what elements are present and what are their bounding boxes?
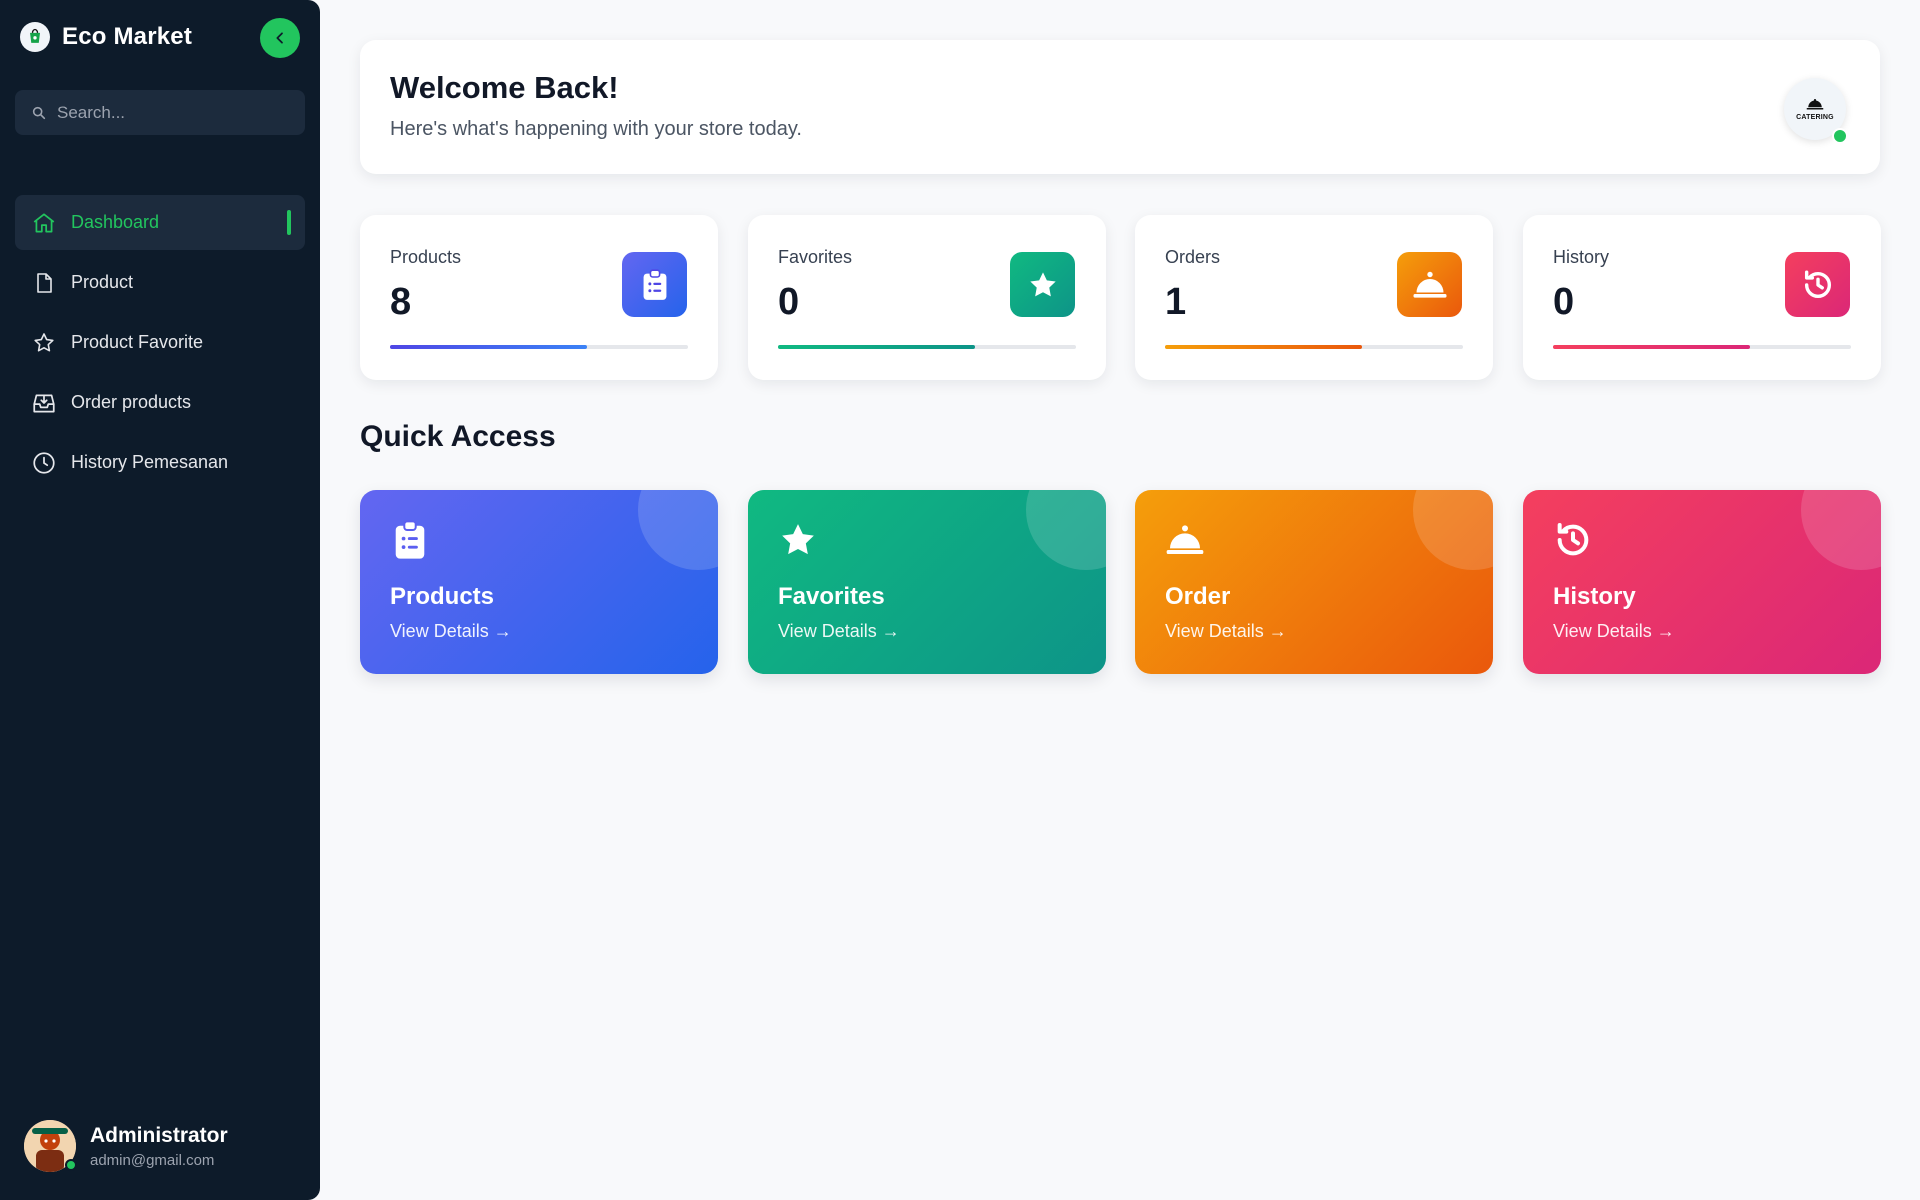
progress-track: [1165, 345, 1463, 349]
service-bell-icon: [1397, 252, 1462, 317]
stat-label: Orders: [1165, 247, 1221, 267]
sidebar-nav: Dashboard Product Product Favorite Order…: [15, 195, 305, 495]
welcome-card: Welcome Back! Here's what's happening wi…: [360, 40, 1880, 174]
quick-access-products[interactable]: Products View Details →: [360, 490, 718, 674]
star-outline-icon: [31, 330, 57, 356]
search-input[interactable]: [57, 102, 277, 123]
history-icon: [1785, 252, 1850, 317]
avatar: [24, 1120, 77, 1172]
search-box: [15, 90, 305, 135]
inbox-download-icon: [31, 390, 57, 416]
stat-value: 1: [1165, 281, 1187, 323]
online-status-dot: [1832, 128, 1848, 144]
star-icon: [1010, 252, 1075, 317]
online-status-dot: [65, 1159, 77, 1171]
profile-name: Administrator: [90, 1123, 228, 1147]
sidebar-item-label: Order products: [71, 392, 192, 412]
stat-value: 0: [1553, 281, 1575, 323]
welcome-title: Welcome Back!: [390, 70, 619, 105]
decorative-circle: [1026, 490, 1106, 570]
sidebar-item-product-favorite[interactable]: Product Favorite: [15, 315, 305, 370]
search-icon: [32, 106, 46, 119]
quick-access-favorites[interactable]: Favorites View Details →: [748, 490, 1106, 674]
sidebar-item-order-products[interactable]: Order products: [15, 375, 305, 430]
stat-value: 0: [778, 281, 800, 323]
stat-card-favorites: Favorites 0: [748, 215, 1106, 380]
store-logo[interactable]: CATERING: [1784, 78, 1848, 144]
sidebar-item-label: Dashboard: [71, 212, 160, 232]
decorative-circle: [1801, 490, 1881, 570]
stat-card-products: Products 8: [360, 215, 718, 380]
progress-fill: [778, 345, 975, 349]
store-logo-text: CATERING: [1796, 113, 1834, 121]
quick-access-order[interactable]: Order View Details →: [1135, 490, 1493, 674]
sidebar-item-label: History Pemesanan: [71, 452, 229, 472]
progress-fill: [1165, 345, 1362, 349]
quick-access-title-favorites: Favorites: [778, 583, 885, 610]
quick-access-title-history: History: [1553, 583, 1636, 610]
home-icon: [31, 210, 57, 236]
progress-fill: [390, 345, 587, 349]
sidebar-item-label: Product Favorite: [71, 332, 204, 352]
service-bell-icon: [1166, 525, 1204, 554]
stat-value: 8: [390, 281, 412, 323]
sidebar-item-history-pemesanan[interactable]: History Pemesanan: [15, 435, 305, 490]
collapse-sidebar-button[interactable]: [260, 18, 300, 58]
quick-access-title-products: Products: [390, 583, 495, 610]
file-icon: [31, 270, 57, 296]
user-profile[interactable]: Administrator admin@gmail.com: [24, 1120, 228, 1172]
progress-track: [778, 345, 1076, 349]
active-indicator: [287, 210, 291, 235]
view-details-link[interactable]: View Details →: [1553, 621, 1675, 642]
quick-access-title-order: Order: [1165, 583, 1231, 610]
sidebar: Eco Market Dashboard Product Product Fav…: [0, 0, 320, 1200]
history-icon: [1557, 523, 1589, 556]
profile-email: admin@gmail.com: [90, 1151, 215, 1169]
quick-access-title: Quick Access: [360, 420, 556, 453]
stat-card-orders: Orders 1: [1135, 215, 1493, 380]
eco-market-logo-icon: [20, 22, 50, 52]
welcome-subtitle: Here's what's happening with your store …: [390, 118, 802, 140]
decorative-circle: [638, 490, 718, 570]
brand[interactable]: Eco Market: [20, 22, 192, 52]
progress-fill: [1553, 345, 1750, 349]
sidebar-item-dashboard[interactable]: Dashboard: [15, 195, 305, 250]
quick-access-history[interactable]: History View Details →: [1523, 490, 1881, 674]
decorative-circle: [1413, 490, 1493, 570]
clipboard-list-icon: [395, 520, 425, 559]
sidebar-item-label: Product: [71, 272, 134, 292]
stat-label: Favorites: [778, 247, 853, 267]
stat-card-history: History 0: [1523, 215, 1881, 380]
progress-track: [390, 345, 688, 349]
stat-label: History: [1553, 247, 1610, 267]
brand-name: Eco Market: [62, 23, 193, 50]
view-details-link[interactable]: View Details →: [1165, 621, 1287, 642]
star-icon: [782, 524, 814, 555]
clipboard-list-icon: [622, 252, 687, 317]
sidebar-item-product[interactable]: Product: [15, 255, 305, 310]
view-details-link[interactable]: View Details →: [390, 621, 512, 642]
stat-label: Products: [390, 247, 462, 267]
progress-track: [1553, 345, 1851, 349]
chevron-left-icon: [276, 32, 283, 44]
catering-logo-icon: [1806, 98, 1824, 109]
view-details-link[interactable]: View Details →: [778, 621, 900, 642]
clock-icon: [31, 450, 57, 476]
